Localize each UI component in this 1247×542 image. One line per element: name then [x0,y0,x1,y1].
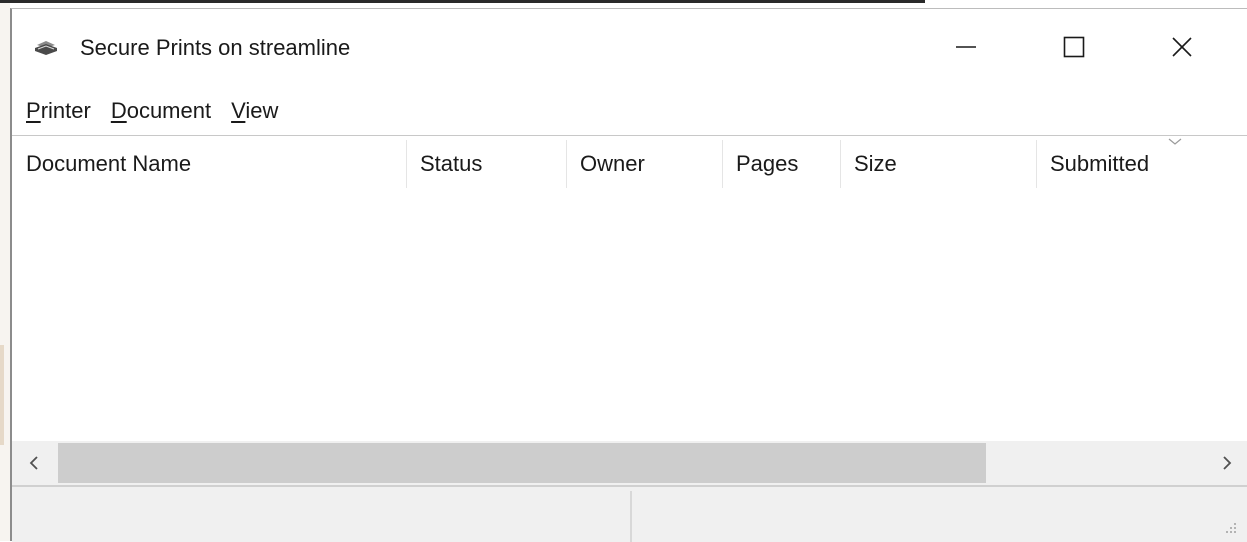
close-icon [1172,37,1192,57]
menu-printer-access-key: P [26,98,41,123]
menu-document-access-key: D [110,98,127,123]
column-header-row: Document Name Status Owner Pages Size Su… [12,136,1247,192]
print-queue-list[interactable]: Document Name Status Owner Pages Size Su… [12,135,1247,487]
chevron-right-icon [1223,456,1232,470]
chevron-left-icon [29,456,38,470]
background-accent [0,345,4,445]
menu-document[interactable]: Document [103,98,219,124]
maximize-button[interactable] [1020,9,1128,85]
menu-view[interactable]: View [223,98,286,124]
status-bar [12,485,1247,542]
print-queue-window: Secure Prints on streamline Printer Docu… [10,8,1247,542]
chevron-down-icon [1168,138,1182,145]
menu-bar: Printer Document View [12,89,1247,133]
close-button[interactable] [1128,9,1236,85]
menu-view-label: iew [245,98,279,123]
resize-grip-icon[interactable] [1223,520,1237,534]
scroll-thumb[interactable] [58,443,986,483]
status-text-right [632,487,644,542]
column-header-status[interactable]: Status [406,136,566,192]
column-header-pages[interactable]: Pages [722,136,840,192]
column-header-document-name[interactable]: Document Name [12,136,406,192]
scroll-left-button[interactable] [12,441,56,485]
title-bar[interactable]: Secure Prints on streamline [12,9,1247,85]
menu-document-label: ocument [126,98,212,123]
minimize-icon [956,46,976,48]
column-header-owner[interactable]: Owner [566,136,722,192]
window-title: Secure Prints on streamline [80,35,351,60]
maximize-icon [1063,36,1085,58]
menu-printer[interactable]: Printer [18,98,99,124]
horizontal-scrollbar[interactable] [12,441,1247,485]
background-left-edge [0,0,10,541]
menu-view-access-key: V [231,98,246,123]
column-header-submitted[interactable]: Submitted [1036,136,1247,192]
background-top-line [0,0,925,3]
printer-icon [35,41,57,55]
column-header-size[interactable]: Size [840,136,1036,192]
menu-printer-label: rinter [40,98,91,123]
minimize-button[interactable] [912,9,1020,85]
status-text-left [12,487,24,542]
scroll-right-button[interactable] [1205,441,1247,485]
